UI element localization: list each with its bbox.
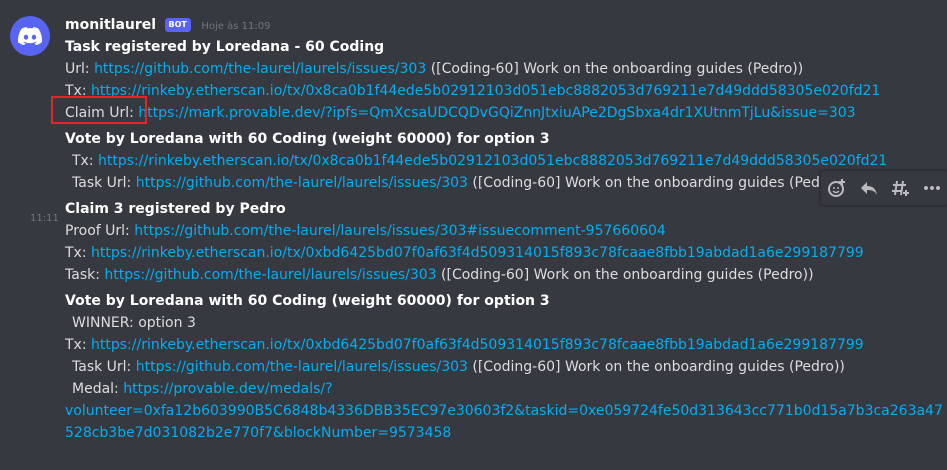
create-thread-icon [892, 180, 910, 196]
tx-line: Tx: https://rinkeby.etherscan.io/tx/0xbd… [65, 242, 939, 264]
message-timestamp[interactable]: Hoje às 11:09 [201, 21, 270, 32]
tx-link[interactable]: https://rinkeby.etherscan.io/tx/0x8ca0b1… [98, 153, 887, 169]
task-url-line: Task Url: https://github.com/the-laurel/… [65, 172, 939, 194]
medal-link-part3[interactable]: 528cb3be7d031082b2e770f7&blockNumber=957… [65, 425, 451, 441]
tx-line: Tx: https://rinkeby.etherscan.io/tx/0xbd… [65, 334, 939, 356]
add-reaction-icon [827, 179, 845, 197]
tx-label: Tx: [65, 337, 92, 353]
message-title: Vote by Loredana with 60 Coding (weight … [65, 131, 550, 147]
task-link[interactable]: https://github.com/the-laurel/laurels/is… [104, 267, 436, 283]
url-suffix: ([Coding-60] Work on the onboarding guid… [426, 61, 804, 77]
bot-avatar[interactable] [10, 16, 50, 56]
url-label: Url: [65, 61, 95, 77]
proof-url-line: Proof Url: https://github.com/the-laurel… [65, 220, 939, 242]
tx-label: Tx: [65, 245, 92, 261]
task-line: Task: https://github.com/the-laurel/laur… [65, 264, 939, 286]
task-url-label: Task Url: [72, 175, 136, 191]
bot-tag-badge: BOT [164, 18, 191, 32]
task-suffix: ([Coding-60] Work on the onboarding guid… [467, 359, 845, 375]
task-link[interactable]: https://github.com/the-laurel/laurels/is… [136, 359, 468, 375]
medal-line: Medal: https://provable.dev/medals/? [65, 378, 939, 400]
medal-link-part1[interactable]: https://provable.dev/medals/? [123, 381, 332, 397]
message-title: Vote by Loredana with 60 Coding (weight … [65, 293, 550, 309]
proof-url-label: Proof Url: [65, 223, 135, 239]
task-url-line: Task Url: https://github.com/the-laurel/… [65, 356, 939, 378]
issue-link[interactable]: https://github.com/the-laurel/laurels/is… [94, 61, 426, 77]
bot-username[interactable]: monitlaurel [65, 17, 156, 33]
medal-link-part2[interactable]: volunteer=0xfa12b603990B5C6848b4336DBB35… [65, 403, 943, 419]
claim-url-line: Claim Url: https://mark.provable.dev/?ip… [65, 102, 939, 124]
tx-line: Tx: https://rinkeby.etherscan.io/tx/0x8c… [65, 150, 939, 172]
task-link[interactable]: https://github.com/the-laurel/laurels/is… [136, 175, 468, 191]
more-icon [924, 186, 941, 190]
claim-url-highlight-box [51, 96, 147, 124]
tx-link[interactable]: https://rinkeby.etherscan.io/tx/0xbd6425… [91, 245, 864, 261]
discord-logo-icon [18, 27, 42, 45]
tx-label: Tx: [72, 153, 99, 169]
message-task-registered: Task registered by Loredana - 60 Coding … [65, 36, 939, 124]
proof-link[interactable]: https://github.com/the-laurel/laurels/is… [134, 223, 666, 239]
medal-line-end: 528cb3be7d031082b2e770f7&blockNumber=957… [65, 422, 939, 444]
message-claim-registered: Claim 3 registered by Pedro Proof Url: h… [65, 198, 939, 286]
message-title: Claim 3 registered by Pedro [65, 201, 286, 217]
task-label: Task: [65, 267, 105, 283]
task-url-label: Task Url: [72, 359, 136, 375]
message-title: Task registered by Loredana - 60 Coding [65, 39, 385, 55]
medal-label: Medal: [72, 381, 124, 397]
tx-link[interactable]: https://rinkeby.etherscan.io/tx/0xbd6425… [91, 337, 864, 353]
task-suffix: ([Coding-60] Work on the onboarding guid… [467, 175, 845, 191]
message-vote-winner: Vote by Loredana with 60 Coding (weight … [65, 290, 943, 444]
medal-line-continued: volunteer=0xfa12b603990B5C6848b4336DBB35… [65, 400, 943, 422]
task-suffix: ([Coding-60] Work on the onboarding guid… [436, 267, 814, 283]
message-header: monitlaurel BOT Hoje às 11:09 [65, 14, 270, 36]
message-vote: Vote by Loredana with 60 Coding (weight … [65, 128, 939, 194]
tx-link[interactable]: https://rinkeby.etherscan.io/tx/0x8ca0b1… [91, 83, 880, 99]
tx-line: Tx: https://rinkeby.etherscan.io/tx/0x8c… [65, 80, 939, 102]
hover-timestamp[interactable]: 11:11 [30, 208, 59, 230]
claim-link[interactable]: https://mark.provable.dev/?ipfs=QmXcsaUD… [138, 105, 855, 121]
reply-icon [860, 182, 877, 195]
winner-line: WINNER: option 3 [72, 315, 196, 331]
url-line: Url: https://github.com/the-laurel/laure… [65, 58, 939, 80]
